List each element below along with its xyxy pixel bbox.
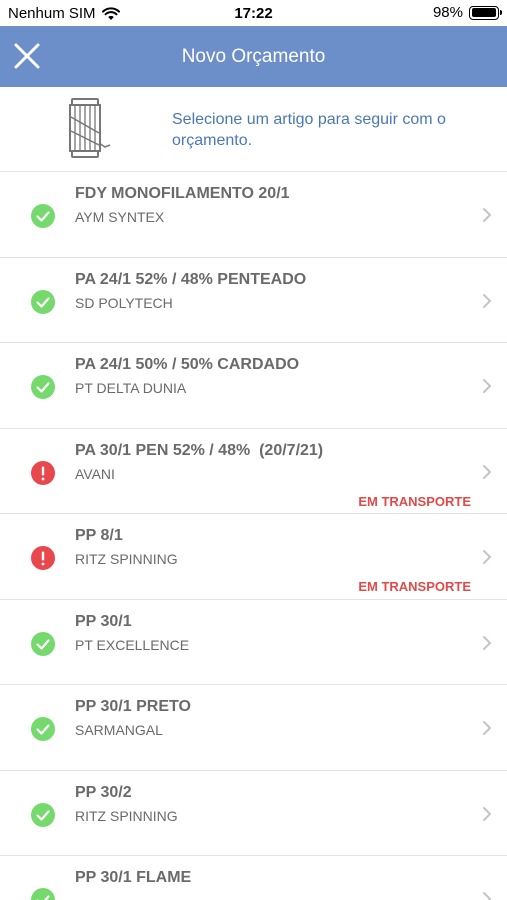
alert-icon [31,460,55,485]
item-title: PP 8/1 [75,527,123,544]
intro-banner: Selecione um artigo para seguir com o or… [0,87,507,172]
list-item[interactable]: PP 8/1 RITZ SPINNING EM TRANSPORTE [0,514,507,600]
alert-icon [31,546,55,570]
check-icon [31,717,55,741]
nav-bar: Novo Orçamento [0,26,507,87]
status-time: 17:22 [234,5,273,22]
chevron-right-icon [481,463,493,481]
item-title: FDY MONOFILAMENTO 20/1 [75,185,290,202]
chevron-right-icon [481,206,493,224]
item-title: PP 30/1 FLAME [75,869,192,886]
list-item[interactable]: PP 30/1 FLAME [0,856,507,900]
item-supplier: RITZ SPINNING [75,551,178,567]
check-icon [31,375,55,399]
battery-percent: 98% [432,4,463,21]
chevron-right-icon [481,548,493,566]
check-icon [31,802,55,827]
chevron-right-icon [481,890,493,900]
status-badge: EM TRANSPORTE [358,579,471,594]
chevron-right-icon [481,634,493,652]
item-title: PA 30/1 PEN 52% / 48% (20/7/21) [75,441,324,459]
item-supplier: RITZ SPINNING [75,807,178,824]
list-item[interactable]: PA 24/1 50% / 50% CARDADO PT DELTA DUNIA [0,343,507,429]
spool-icon [69,98,111,158]
item-title: PP 30/1 [75,612,132,630]
list-item[interactable]: PA 24/1 52% / 48% PENTEADO SD POLYTECH [0,258,507,343]
list-item[interactable]: PP 30/1 PT EXCELLENCE [0,600,507,685]
item-title: PA 24/1 50% / 50% CARDADO [75,356,300,373]
item-title: PA 24/1 52% / 48% PENTEADO [75,270,307,288]
article-list: FDY MONOFILAMENTO 20/1 AYM SYNTEX PA 24/1 … [0,172,507,900]
battery-info: 98% [432,4,502,21]
item-supplier: PT EXCELLENCE [75,636,190,653]
check-icon [31,888,55,900]
list-item[interactable]: FDY MONOFILAMENTO 20/1 AYM SYNTEX [0,172,507,258]
list-item[interactable]: PA 30/1 PEN 52% / 48% (20/7/21) AVANI EM T… [0,429,507,514]
chevron-right-icon [481,377,493,395]
check-icon [31,289,55,314]
item-supplier: SD POLYTECH [75,294,173,311]
item-supplier: AYM SYNTEX [75,209,165,225]
item-supplier: SARMANGAL [75,722,163,738]
item-supplier: AVANI [75,465,115,482]
battery-icon [469,5,502,20]
status-badge: EM TRANSPORTE [358,493,471,509]
check-icon [31,631,55,656]
status-bar: Nenhum SIM 17:22 98% [0,0,507,26]
item-supplier: PT DELTA DUNIA [75,380,187,396]
check-icon [31,204,55,228]
battery-fill [471,8,496,17]
chevron-right-icon [481,292,493,310]
intro-text: Selecione um artigo para seguir com o or… [172,111,446,149]
list-item[interactable]: PP 30/1 PRETO SARMANGAL [0,685,507,771]
item-title: PP 30/2 [75,783,132,801]
chevron-right-icon [481,719,493,737]
page-title: Novo Orçamento [181,46,326,67]
list-item[interactable]: PP 30/2 RITZ SPINNING [0,771,507,856]
item-title: PP 30/1 PRETO [75,698,191,715]
chevron-right-icon [481,805,493,823]
